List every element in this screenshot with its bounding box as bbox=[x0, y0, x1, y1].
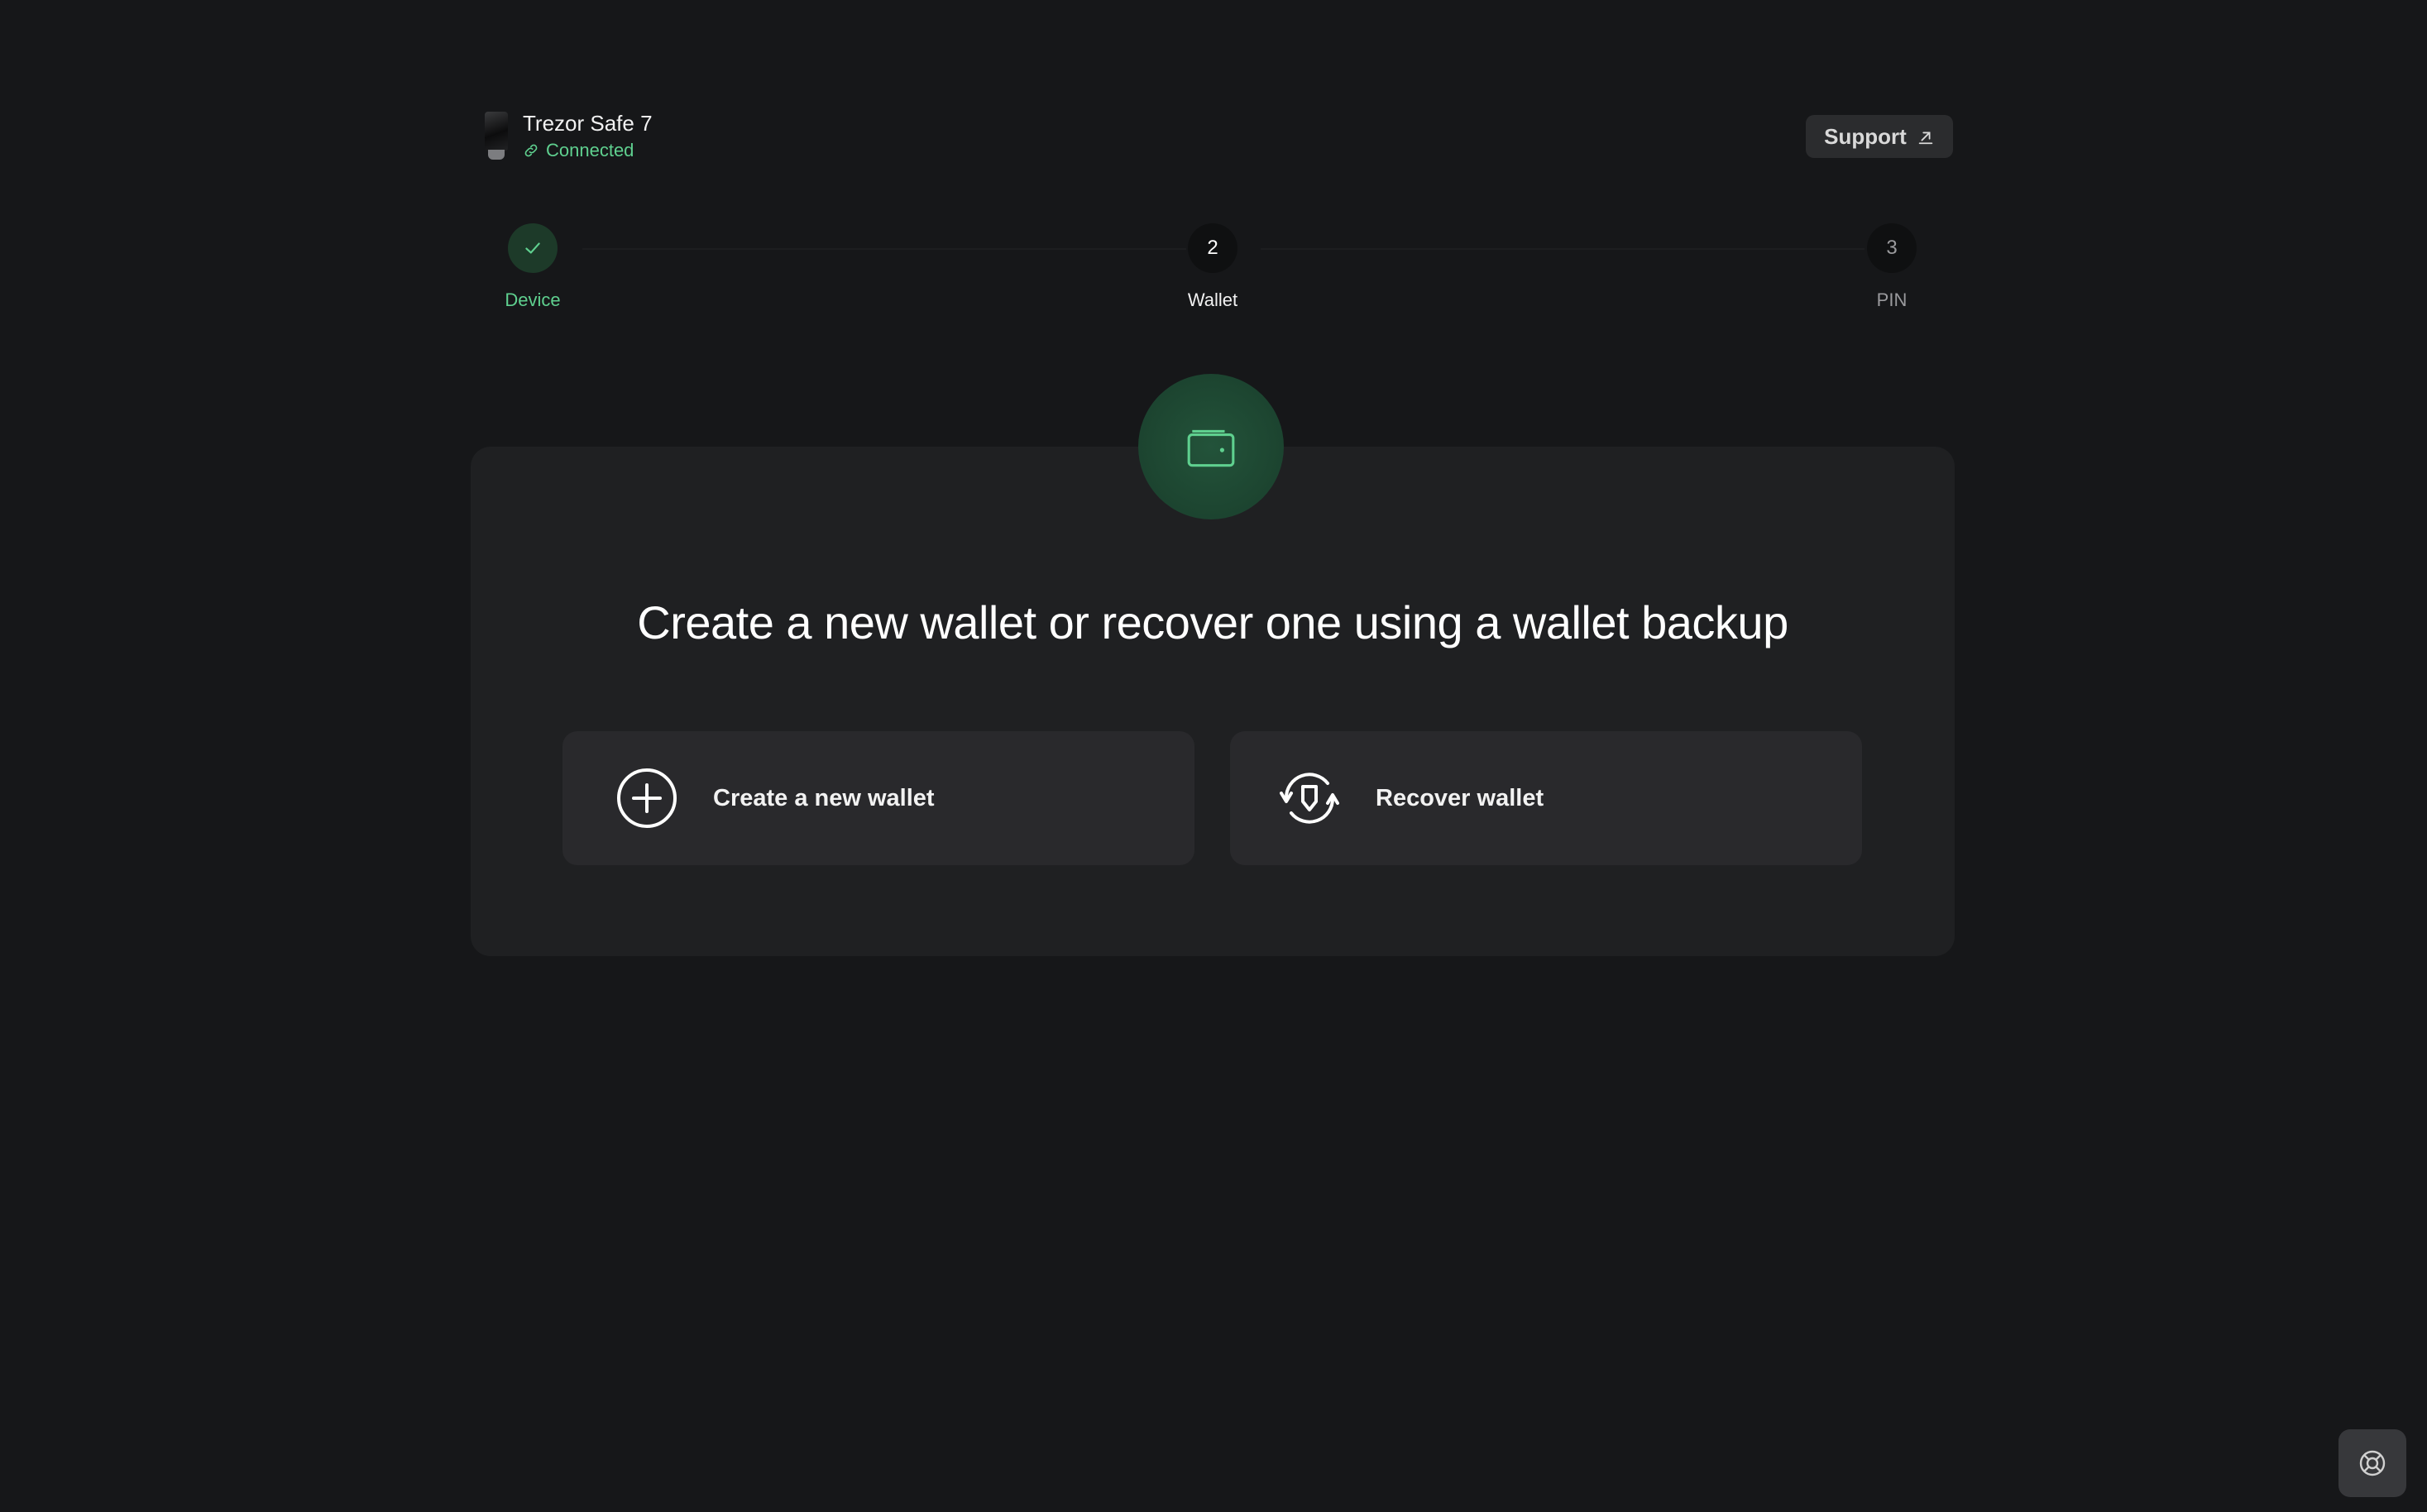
step-pin-label: PIN bbox=[1876, 289, 1908, 310]
recover-wallet-button[interactable]: Recover wallet bbox=[1230, 731, 1862, 865]
create-wallet-label: Create a new wallet bbox=[713, 784, 935, 811]
step-device-circle bbox=[508, 223, 558, 273]
step-device-label: Device bbox=[505, 289, 561, 310]
create-wallet-button[interactable]: Create a new wallet bbox=[562, 731, 1194, 865]
stepper-line bbox=[582, 248, 1186, 250]
checkmark-icon bbox=[525, 242, 540, 254]
step-wallet-label: Wallet bbox=[1187, 289, 1238, 310]
page-title: Create a new wallet or recover one using… bbox=[637, 596, 1788, 648]
step-pin-circle: 3 bbox=[1867, 223, 1917, 273]
shield-recover-icon bbox=[1280, 773, 1339, 824]
step-wallet-circle: 2 bbox=[1188, 223, 1237, 273]
wallet-icon bbox=[1187, 429, 1235, 467]
lifebuoy-icon bbox=[2359, 1450, 2386, 1476]
plus-circle-icon bbox=[617, 768, 677, 828]
stepper-line bbox=[1261, 248, 1865, 250]
wallet-setup-card bbox=[471, 447, 1955, 956]
recover-wallet-label: Recover wallet bbox=[1376, 784, 1544, 811]
progress-stepper: Device 2 Wallet 3 PIN bbox=[0, 0, 2427, 347]
onboarding-page: Trezor Safe 7 Connected Support Device 2… bbox=[0, 0, 2427, 1512]
help-button[interactable] bbox=[2338, 1429, 2406, 1497]
hero-wallet-badge bbox=[1138, 374, 1284, 519]
